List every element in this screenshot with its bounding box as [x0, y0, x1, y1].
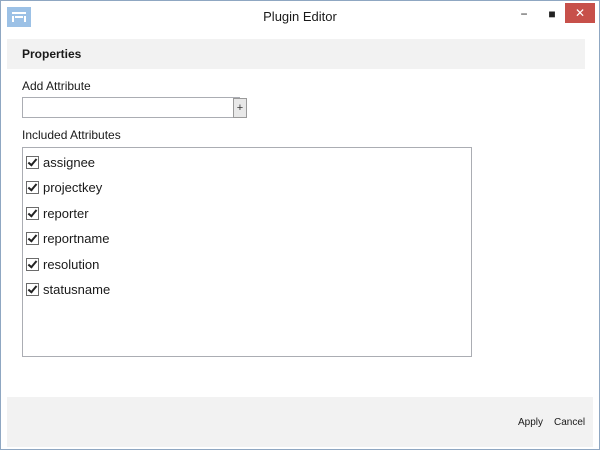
cancel-button[interactable]: Cancel — [554, 417, 585, 428]
attribute-label: statusname — [43, 281, 111, 297]
add-attribute-label: Add Attribute — [22, 79, 91, 93]
attribute-label: assignee — [43, 154, 96, 170]
list-item[interactable]: resolution — [26, 254, 99, 274]
checkbox[interactable] — [26, 282, 39, 296]
close-icon: ✕ — [574, 6, 586, 20]
properties-header: Properties — [7, 39, 585, 69]
list-item[interactable]: projectkey — [26, 177, 102, 197]
add-attribute-input[interactable] — [22, 97, 240, 118]
add-attribute-button[interactable]: + — [233, 98, 247, 118]
minimize-button[interactable]: − — [509, 3, 539, 25]
list-item[interactable]: assignee — [26, 152, 95, 172]
included-attributes-label: Included Attributes — [22, 128, 121, 142]
attribute-label: reporter — [43, 205, 89, 221]
close-button[interactable]: ✕ — [565, 3, 595, 23]
apply-button[interactable]: Apply — [518, 417, 543, 428]
properties-heading: Properties — [22, 47, 82, 61]
list-item[interactable]: reporter — [26, 203, 89, 223]
checkbox[interactable] — [26, 180, 39, 194]
title-bar: Plugin Editor − ■ ✕ — [1, 1, 599, 33]
list-item[interactable]: reportname — [26, 228, 109, 248]
included-attributes-list: assignee projectkey reporter reportname … — [22, 147, 472, 357]
checkbox[interactable] — [26, 155, 39, 169]
footer-bar: Apply Cancel — [7, 397, 593, 447]
checkbox[interactable] — [26, 206, 39, 220]
checkbox[interactable] — [26, 231, 39, 245]
maximize-icon: ■ — [548, 7, 556, 21]
minimize-icon: − — [520, 7, 528, 21]
attribute-label: resolution — [43, 256, 100, 272]
attribute-label: reportname — [43, 230, 110, 246]
list-item[interactable]: statusname — [26, 279, 110, 299]
maximize-button[interactable]: ■ — [539, 3, 565, 25]
plugin-editor-window: Plugin Editor − ■ ✕ Properties Add Attri… — [0, 0, 600, 450]
attribute-label: projectkey — [43, 179, 103, 195]
checkbox[interactable] — [26, 257, 39, 271]
